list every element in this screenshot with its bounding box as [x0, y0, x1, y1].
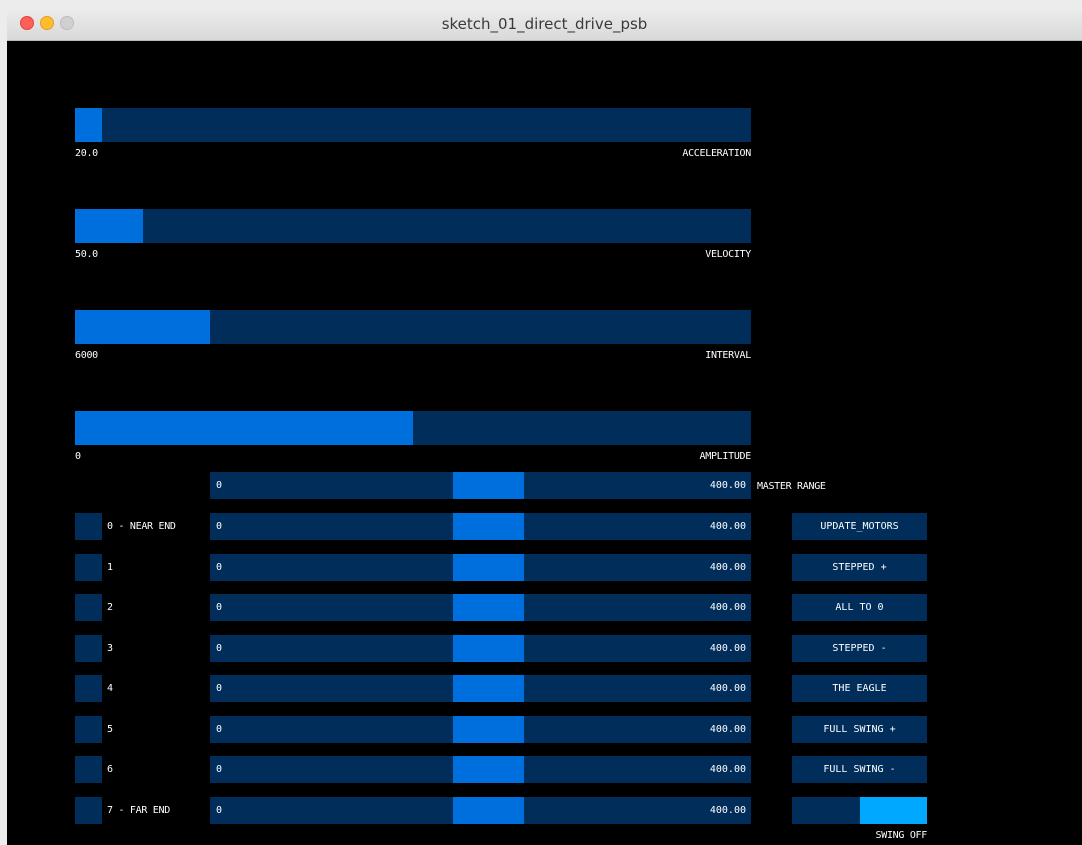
motor-3-range-slider-min-value: 0 — [216, 643, 223, 654]
motor-5-range-slider[interactable]: 0 400.00 — [210, 716, 751, 743]
interval-label: INTERVAL — [705, 350, 751, 361]
motor-4-toggle[interactable] — [75, 675, 102, 702]
motor-3-range-slider-handle[interactable] — [453, 635, 524, 662]
full-swing-plus-button[interactable]: FULL SWING + — [792, 716, 927, 743]
amplitude-value: 0 — [75, 451, 81, 462]
motor-6-toggle[interactable] — [75, 756, 102, 783]
interval-value: 6000 — [75, 350, 98, 361]
motor-6-range-slider-handle[interactable] — [453, 756, 524, 783]
motor-3-range-slider[interactable]: 0 400.00 — [210, 635, 751, 662]
motor-6-range-slider[interactable]: 0 400.00 — [210, 756, 751, 783]
motor-2-range-slider-handle[interactable] — [453, 594, 524, 621]
motor-1-label: 1 — [107, 562, 113, 573]
motor-5-range-slider-min-value: 0 — [216, 724, 223, 735]
motor-3-label: 3 — [107, 643, 113, 654]
motor-4-range-slider-handle[interactable] — [453, 675, 524, 702]
motor-6-label: 6 — [107, 764, 113, 775]
motor-4-label: 4 — [107, 683, 113, 694]
motor-0-toggle[interactable] — [75, 513, 102, 540]
acceleration-label: ACCELERATION — [682, 148, 751, 159]
motor-3-range-slider-max-value: 400.00 — [709, 643, 746, 654]
motor-0-label: 0 - NEAR END — [107, 521, 176, 532]
master-range-slider[interactable]: 0 400.00 — [210, 472, 751, 499]
velocity-value: 50.0 — [75, 249, 98, 260]
motor-7-range-slider-handle[interactable] — [453, 797, 524, 824]
motor-5-range-slider-handle[interactable] — [453, 716, 524, 743]
motor-1-range-slider[interactable]: 0 400.00 — [210, 554, 751, 581]
motor-2-range-slider-max-value: 400.00 — [709, 602, 746, 613]
acceleration-slider[interactable] — [75, 108, 751, 142]
amplitude-slider[interactable] — [75, 411, 751, 445]
master-range-label: MASTER RANGE — [757, 481, 826, 492]
motor-7-range-slider-min-value: 0 — [216, 805, 223, 816]
motor-4-range-slider[interactable]: 0 400.00 — [210, 675, 751, 702]
motor-5-range-slider-max-value: 400.00 — [709, 724, 746, 735]
stepped-minus-button[interactable]: STEPPED - — [792, 635, 927, 662]
motor-7-range-slider[interactable]: 0 400.00 — [210, 797, 751, 824]
motor-1-toggle[interactable] — [75, 554, 102, 581]
motor-1-range-slider-max-value: 400.00 — [709, 562, 746, 573]
motor-7-toggle[interactable] — [75, 797, 102, 824]
motor-6-range-slider-min-value: 0 — [216, 764, 223, 775]
motor-2-label: 2 — [107, 602, 113, 613]
acceleration-value: 20.0 — [75, 148, 98, 159]
motor-5-label: 5 — [107, 724, 113, 735]
motor-7-label: 7 - FAR END — [107, 805, 170, 816]
the-eagle-button[interactable]: THE EAGLE — [792, 675, 927, 702]
motor-4-range-slider-max-value: 400.00 — [709, 683, 746, 694]
motor-2-range-slider[interactable]: 0 400.00 — [210, 594, 751, 621]
swing-toggle-label: SWING OFF — [875, 830, 928, 841]
acceleration-slider-fill — [75, 108, 103, 142]
amplitude-slider-fill — [75, 411, 413, 445]
swing-toggle-indicator — [859, 797, 927, 824]
master-range-slider-max-value: 400.00 — [709, 480, 746, 491]
motor-0-range-slider-min-value: 0 — [216, 521, 223, 532]
motor-7-range-slider-max-value: 400.00 — [709, 805, 746, 816]
velocity-label: VELOCITY — [705, 249, 751, 260]
stepped-plus-button[interactable]: STEPPED + — [792, 554, 927, 581]
motor-0-range-slider-max-value: 400.00 — [709, 521, 746, 532]
motor-1-range-slider-handle[interactable] — [453, 554, 524, 581]
all-to-0-button[interactable]: ALL TO 0 — [792, 594, 927, 621]
motor-2-range-slider-min-value: 0 — [216, 602, 223, 613]
window-title: sketch_01_direct_drive_psb — [441, 15, 648, 33]
motor-5-toggle[interactable] — [75, 716, 102, 743]
window-titlebar: sketch_01_direct_drive_psb — [7, 8, 1082, 41]
sketch-canvas: 20.0 ACCELERATION 50.0 VELOCITY 6000 INTERVAL… — [7, 41, 1082, 845]
amplitude-label: AMPLITUDE — [699, 451, 752, 462]
motor-0-range-slider-handle[interactable] — [453, 513, 524, 540]
motor-0-range-slider[interactable]: 0 400.00 — [210, 513, 751, 540]
motor-1-range-slider-min-value: 0 — [216, 562, 223, 573]
velocity-slider[interactable] — [75, 209, 751, 243]
motor-4-range-slider-min-value: 0 — [216, 683, 223, 694]
master-range-slider-handle[interactable] — [453, 472, 524, 499]
master-range-slider-min-value: 0 — [216, 480, 223, 491]
update-motors-button[interactable]: UPDATE_MOTORS — [792, 513, 927, 540]
velocity-slider-fill — [75, 209, 143, 243]
swing-toggle[interactable] — [792, 797, 927, 824]
motor-3-toggle[interactable] — [75, 635, 102, 662]
motor-6-range-slider-max-value: 400.00 — [709, 764, 746, 775]
interval-slider-fill — [75, 310, 211, 344]
full-swing-minus-button[interactable]: FULL SWING - — [792, 756, 927, 783]
interval-slider[interactable] — [75, 310, 751, 344]
motor-2-toggle[interactable] — [75, 594, 102, 621]
